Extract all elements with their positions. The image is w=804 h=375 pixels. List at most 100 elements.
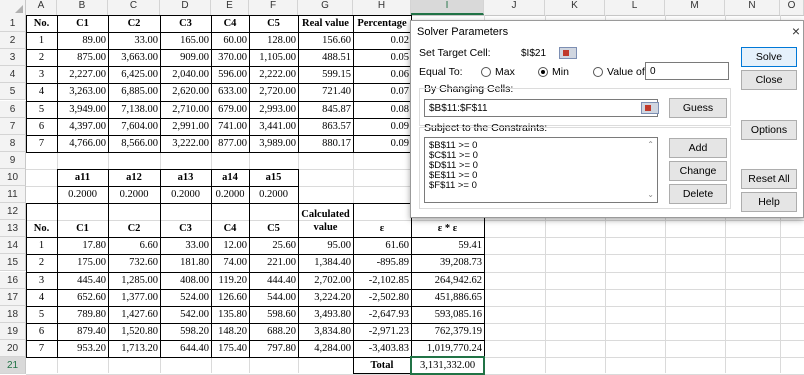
cell[interactable]: 6	[26, 323, 57, 340]
row-header[interactable]: 1	[0, 15, 26, 33]
target-ref-icon[interactable]	[559, 47, 577, 59]
row-header[interactable]: 11	[0, 186, 26, 204]
cell[interactable]: 2,993.00	[249, 101, 298, 118]
cell[interactable]: 119.20	[211, 272, 249, 289]
cell[interactable]: C1	[57, 15, 108, 32]
cell[interactable]: a15	[249, 169, 298, 186]
cell[interactable]: 1,384.40	[298, 254, 353, 271]
delete-button[interactable]: Delete	[669, 184, 727, 204]
changing-cells-input[interactable]: $B$11:$F$11	[424, 99, 658, 117]
cell[interactable]: a11	[57, 169, 108, 186]
cell[interactable]: 845.87	[298, 101, 353, 118]
cell[interactable]: 2,620.00	[160, 83, 211, 100]
column-header[interactable]: B	[57, 0, 108, 15]
cell[interactable]: 741.00	[211, 118, 249, 135]
row-header[interactable]: 19	[0, 322, 26, 340]
column-header[interactable]: H	[353, 0, 411, 15]
column-header[interactable]: C	[108, 0, 160, 15]
cell[interactable]: 3,493.80	[298, 306, 353, 323]
cell[interactable]: 156.60	[298, 32, 353, 49]
cell[interactable]: 3,663.00	[108, 49, 160, 66]
column-header[interactable]: N	[725, 0, 780, 15]
cell[interactable]: 488.51	[298, 49, 353, 66]
column-header[interactable]: F	[249, 0, 298, 15]
cell[interactable]: 0.08	[353, 101, 411, 118]
cell[interactable]: 4	[26, 289, 57, 306]
cell[interactable]: 6	[26, 118, 57, 135]
cell[interactable]: 0.2000	[160, 186, 211, 203]
row-header[interactable]: 16	[0, 271, 26, 289]
cell[interactable]: ε * ε	[411, 220, 484, 237]
cell[interactable]: Calculated value	[298, 205, 353, 237]
min-radio[interactable]	[538, 67, 548, 77]
cell[interactable]: 644.40	[160, 340, 211, 357]
cell[interactable]: 165.00	[160, 32, 211, 49]
cell[interactable]: 879.40	[57, 323, 108, 340]
cell[interactable]: 789.80	[57, 306, 108, 323]
cell[interactable]: a13	[160, 169, 211, 186]
cell[interactable]: 3	[26, 272, 57, 289]
cell[interactable]: 688.20	[249, 323, 298, 340]
cell[interactable]: 3,834.80	[298, 323, 353, 340]
cell[interactable]: 4,284.00	[298, 340, 353, 357]
changing-ref-icon[interactable]	[641, 102, 659, 114]
cell[interactable]: 135.80	[211, 306, 249, 323]
cell[interactable]: 6,885.00	[108, 83, 160, 100]
constraint-item[interactable]: $F$11 >= 0	[429, 181, 653, 191]
cell[interactable]: 4,397.00	[57, 118, 108, 135]
row-header[interactable]: 20	[0, 339, 26, 357]
cell[interactable]: 370.00	[211, 49, 249, 66]
cell[interactable]: 679.00	[211, 101, 249, 118]
row-header[interactable]: 3	[0, 49, 26, 67]
cell[interactable]: 408.00	[160, 272, 211, 289]
cell[interactable]: 1	[26, 32, 57, 49]
cell[interactable]: 4,766.00	[57, 135, 108, 152]
cell[interactable]: C3	[160, 15, 211, 32]
cell[interactable]: 451,886.65	[411, 289, 484, 306]
cell[interactable]: 128.00	[249, 32, 298, 49]
value-of-input[interactable]: 0	[645, 62, 729, 80]
row-header[interactable]: 14	[0, 237, 26, 255]
cell[interactable]: 0.2000	[249, 186, 298, 203]
cell[interactable]: C5	[249, 220, 298, 237]
cell[interactable]: 732.60	[108, 254, 160, 271]
cell[interactable]: 5	[26, 306, 57, 323]
column-header[interactable]: J	[484, 0, 545, 15]
cell[interactable]: 1,019,770.24	[411, 340, 484, 357]
cell[interactable]: 175.00	[57, 254, 108, 271]
max-radio[interactable]	[481, 67, 491, 77]
cell[interactable]: Total	[353, 357, 411, 374]
cell[interactable]: 0.07	[353, 83, 411, 100]
cell[interactable]: 0.09	[353, 135, 411, 152]
help-button[interactable]: Help	[741, 192, 797, 212]
cell[interactable]: 2,227.00	[57, 66, 108, 83]
cell[interactable]: 877.00	[211, 135, 249, 152]
cell[interactable]: -2,502.80	[353, 289, 411, 306]
cell[interactable]: 2	[26, 49, 57, 66]
cell[interactable]: -2,102.85	[353, 272, 411, 289]
row-header[interactable]: 9	[0, 151, 26, 169]
cell[interactable]: C1	[57, 220, 108, 237]
cell[interactable]: 445.40	[57, 272, 108, 289]
solve-button[interactable]: Solve	[741, 47, 797, 67]
cell[interactable]: 7,138.00	[108, 101, 160, 118]
cell[interactable]: 3,224.20	[298, 289, 353, 306]
row-header[interactable]: 18	[0, 305, 26, 323]
cell[interactable]: No.	[26, 15, 57, 32]
cell[interactable]: 221.00	[249, 254, 298, 271]
cell[interactable]: Real value	[298, 15, 353, 32]
cell[interactable]: 544.00	[249, 289, 298, 306]
cell[interactable]: C4	[211, 220, 249, 237]
row-header[interactable]: 4	[0, 66, 26, 84]
options-button[interactable]: Options	[741, 120, 797, 140]
row-header[interactable]: 6	[0, 100, 26, 118]
cell[interactable]: 593,085.16	[411, 306, 484, 323]
cell[interactable]: 6,425.00	[108, 66, 160, 83]
constraints-list[interactable]: $B$11 >= 0 $C$11 >= 0 $D$11 >= 0 $E$11 >…	[424, 137, 658, 203]
cell[interactable]: 0.2000	[211, 186, 249, 203]
cell[interactable]: 0.06	[353, 66, 411, 83]
value-of-radio[interactable]	[593, 67, 603, 77]
column-header[interactable]: M	[665, 0, 725, 15]
cell[interactable]: 12.00	[211, 237, 249, 254]
close-icon[interactable]: ×	[792, 23, 800, 39]
